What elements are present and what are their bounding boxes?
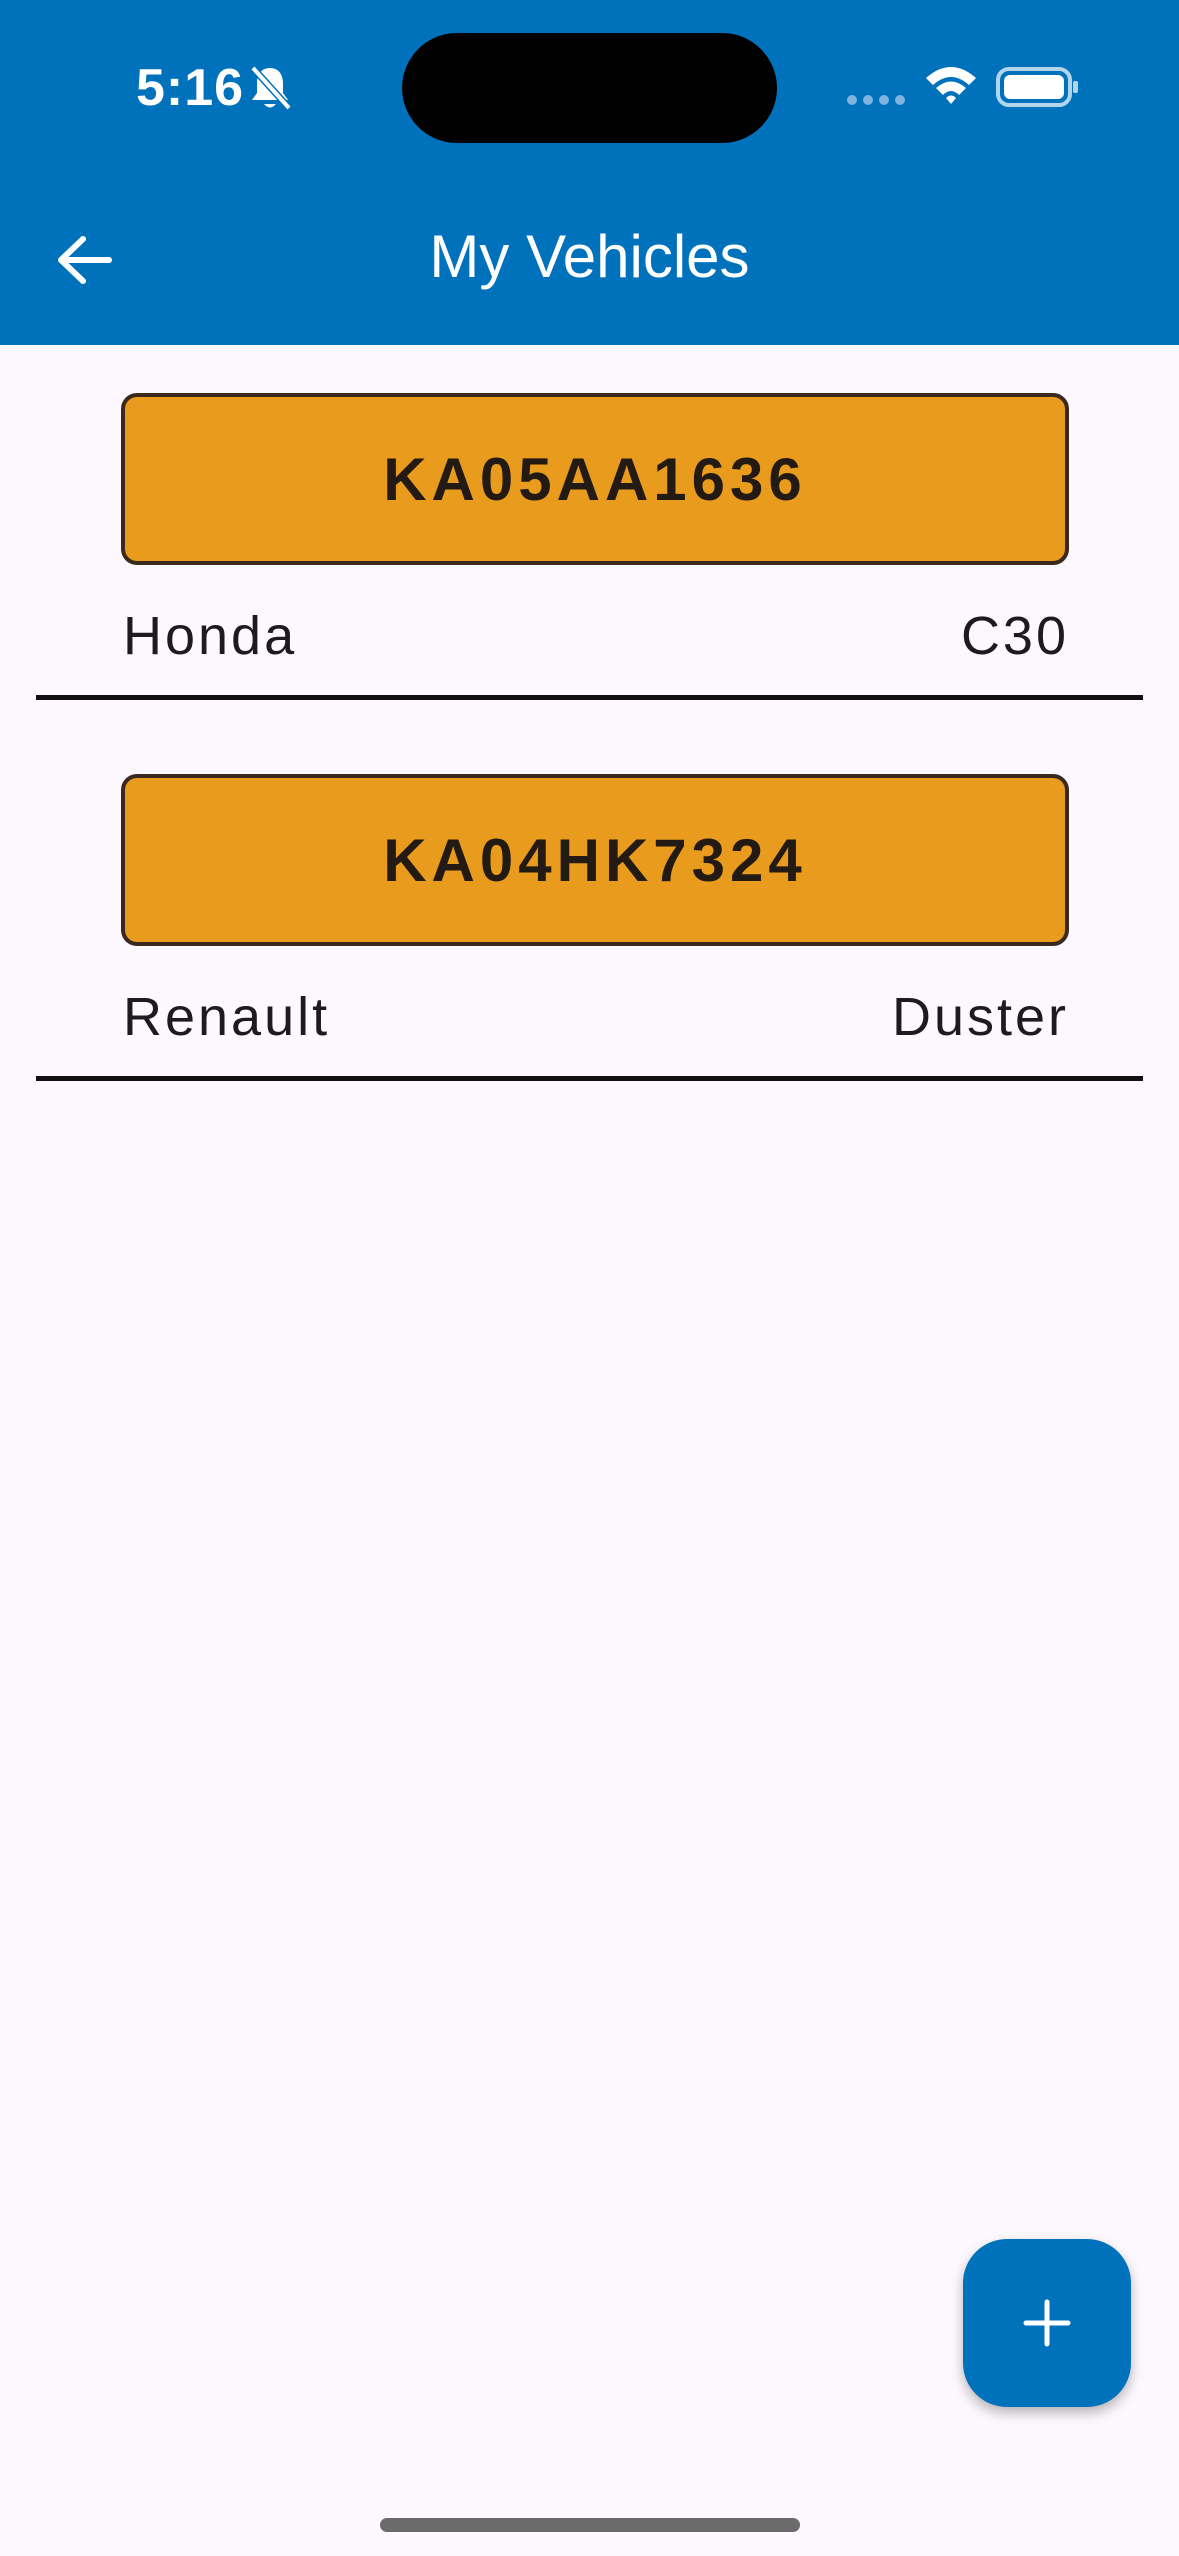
license-plate: KA04HK7324 xyxy=(121,774,1069,946)
wifi-icon xyxy=(926,67,976,104)
app-bar: 5:16 My Vehicles xyxy=(0,0,1179,345)
home-indicator xyxy=(380,2518,800,2532)
vehicle-card[interactable]: KA05AA1636 Honda C30 xyxy=(0,345,1179,726)
dynamic-island xyxy=(402,33,777,143)
bell-slash-icon xyxy=(250,65,292,111)
page-title: My Vehicles xyxy=(429,223,750,290)
battery-icon xyxy=(996,67,1078,107)
vehicle-list: KA05AA1636 Honda C30 KA04HK7324 Renault … xyxy=(0,345,1179,1107)
plus-icon xyxy=(1023,2299,1071,2347)
vehicle-make: Honda xyxy=(123,606,298,666)
vehicle-model: C30 xyxy=(960,606,1069,666)
divider xyxy=(36,695,1143,700)
license-plate: KA05AA1636 xyxy=(121,393,1069,565)
add-vehicle-button[interactable] xyxy=(963,2239,1131,2407)
vehicle-card[interactable]: KA04HK7324 Renault Duster xyxy=(0,726,1179,1107)
signal-icon xyxy=(847,95,905,105)
divider xyxy=(36,1076,1143,1081)
status-time: 5:16 xyxy=(136,59,245,117)
vehicle-make: Renault xyxy=(123,987,331,1047)
vehicle-model: Duster xyxy=(891,987,1069,1047)
